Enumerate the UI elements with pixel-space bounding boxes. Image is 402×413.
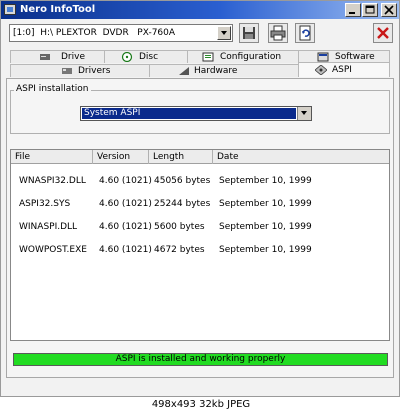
refresh-icon[interactable] <box>295 23 315 43</box>
drivers-icon <box>61 66 73 76</box>
column-header-version[interactable]: Version <box>93 150 149 164</box>
file-date: September 10, 1999 <box>219 199 312 209</box>
software-icon <box>317 52 329 62</box>
file-date: September 10, 1999 <box>219 222 312 232</box>
aspi-status-bar: ASPI is installed and working properly <box>13 353 388 366</box>
aspi-select[interactable]: System ASPI <box>80 106 312 121</box>
tab-drivers[interactable]: Drivers <box>10 64 150 77</box>
file-version: 4.60 (1021) <box>99 222 152 232</box>
tab-aspi[interactable]: ASPI <box>298 62 390 77</box>
column-header-file[interactable]: File <box>11 150 93 164</box>
file-length: 4672 bytes <box>154 245 205 255</box>
tab-aspi-label: ASPI <box>332 65 352 75</box>
tab-disc-label: Disc <box>139 52 159 62</box>
close-red-icon[interactable] <box>373 23 393 43</box>
tab-drive[interactable]: Drive <box>10 50 105 63</box>
chevron-down-icon[interactable] <box>297 107 311 120</box>
file-name: WOWPOST.EXE <box>19 245 87 255</box>
app-icon <box>4 4 16 15</box>
save-icon[interactable] <box>239 23 259 43</box>
file-date: September 10, 1999 <box>219 245 312 255</box>
table-row[interactable]: WINASPI.DLL 4.60 (1021) 5600 bytes Septe… <box>11 220 389 234</box>
file-date: September 10, 1999 <box>219 176 312 186</box>
file-length: 25244 bytes <box>154 199 211 209</box>
drive-select-value: [1:0] H:\ PLEXTOR DVDR PX-760A <box>13 28 176 38</box>
aspi-icon <box>314 64 328 76</box>
close-icon[interactable] <box>381 3 397 17</box>
file-length: 5600 bytes <box>154 222 205 232</box>
table-row[interactable]: WOWPOST.EXE 4.60 (1021) 4672 bytes Septe… <box>11 243 389 257</box>
tab-hardware[interactable]: Hardware <box>149 64 299 77</box>
file-version: 4.60 (1021) <box>99 199 152 209</box>
maximize-icon[interactable] <box>362 3 378 17</box>
column-header-date[interactable]: Date <box>213 150 389 164</box>
drive-select[interactable]: [1:0] H:\ PLEXTOR DVDR PX-760A <box>9 24 233 42</box>
configuration-icon <box>202 52 214 62</box>
aspi-installation-label: ASPI installation <box>14 84 91 94</box>
file-version: 4.60 (1021) <box>99 176 152 186</box>
tab-software-label: Software <box>335 52 375 62</box>
file-version: 4.60 (1021) <box>99 245 152 255</box>
table-row[interactable]: ASPI32.SYS 4.60 (1021) 25244 bytes Septe… <box>11 197 389 211</box>
tab-configuration-label: Configuration <box>220 52 282 62</box>
tab-configuration[interactable]: Configuration <box>187 50 299 63</box>
toolbar: [1:0] H:\ PLEXTOR DVDR PX-760A <box>1 19 399 46</box>
table-row[interactable]: WNASPI32.DLL 4.60 (1021) 45056 bytes Sep… <box>11 174 389 188</box>
disc-icon <box>121 51 133 63</box>
image-caption: 498x493 32kb JPEG <box>151 399 251 410</box>
chevron-down-icon[interactable] <box>217 26 231 40</box>
window-title: Nero InfoTool <box>20 4 96 15</box>
list-header: File Version Length Date <box>11 150 389 164</box>
file-name: WNASPI32.DLL <box>19 176 86 186</box>
file-name: WINASPI.DLL <box>19 222 78 232</box>
title-bar[interactable]: Nero InfoTool <box>1 1 399 19</box>
hardware-icon <box>178 66 190 76</box>
aspi-files-list[interactable]: File Version Length Date WNASPI32.DLL 4.… <box>10 149 390 341</box>
tab-drivers-label: Drivers <box>78 66 111 76</box>
drive-icon <box>39 52 51 62</box>
file-name: ASPI32.SYS <box>19 199 71 209</box>
tab-drive-label: Drive <box>61 52 85 62</box>
tab-hardware-label: Hardware <box>194 66 238 76</box>
aspi-select-value: System ASPI <box>82 108 296 119</box>
file-length: 45056 bytes <box>154 176 211 186</box>
tab-disc[interactable]: Disc <box>104 50 188 63</box>
column-header-length[interactable]: Length <box>149 150 213 164</box>
minimize-icon[interactable] <box>345 3 361 17</box>
print-icon[interactable] <box>268 23 288 43</box>
